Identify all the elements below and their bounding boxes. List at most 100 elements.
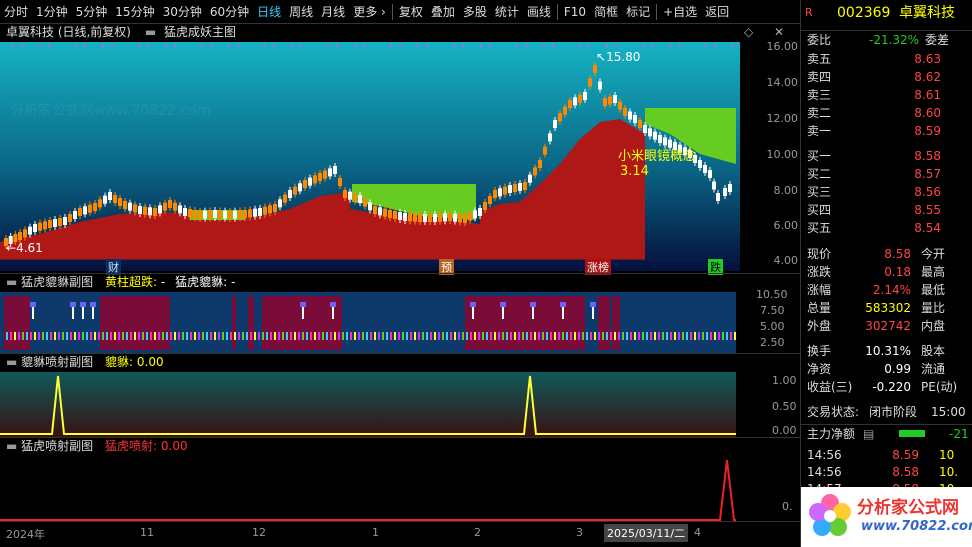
tiger-pixiu-subpane[interactable]: ▬ 猛虎貔貅副图 黄柱超跌: - 猛虎貔貅: - 10.50 7.50 5.00… [0, 273, 800, 354]
candle-body [613, 95, 617, 103]
flower-logo-icon [809, 494, 851, 536]
candle-body [238, 210, 242, 219]
pane2-bar [390, 332, 392, 340]
pane2-bar [502, 332, 504, 340]
pane2-bar [422, 332, 424, 340]
pixiu-jet-subpane[interactable]: ▬ 貔貅喷射副图 貔貅: 0.00 1.00 0.50 0.00 [0, 353, 800, 438]
candle-body [538, 160, 542, 168]
candle-body [63, 217, 67, 225]
toolbar-item-12[interactable]: 多股 [459, 0, 491, 24]
toolbar-item-1[interactable]: 1分钟 [32, 0, 72, 24]
candle-body [283, 194, 287, 203]
candle-body [603, 98, 607, 106]
pane2-bar [10, 332, 12, 340]
toolbar-item-15[interactable]: F10 [560, 0, 590, 24]
pane2-bar [106, 332, 108, 340]
pane2-bar [462, 332, 464, 340]
candle-body [498, 188, 502, 197]
toolbar-item-7[interactable]: 周线 [285, 0, 317, 24]
pane2-bar [190, 332, 192, 340]
toolbar-item-4[interactable]: 30分钟 [159, 0, 206, 24]
minus-icon[interactable]: ▬ [145, 25, 156, 39]
pane2-dot [90, 302, 96, 307]
candle-body [43, 221, 47, 230]
pane2-bar [170, 332, 172, 340]
pane2-red-block [465, 296, 585, 350]
candle-body [383, 208, 387, 217]
pane2-bar [250, 332, 252, 340]
pane2-dot [530, 302, 536, 307]
pane2-bar [6, 332, 8, 340]
minus-icon[interactable]: ▬ [6, 355, 17, 369]
candle-body [338, 178, 342, 186]
toolbar-item-18[interactable]: +自选 [659, 0, 701, 24]
toolbar-item-0[interactable]: 分时 [0, 0, 32, 24]
pane2-bar [110, 332, 112, 340]
candle-body [48, 220, 52, 228]
pane2-bar [730, 332, 732, 340]
quote-row: 收益(三) -0.220 PE(动) [807, 380, 958, 394]
candle-body [93, 203, 97, 211]
pane2-bar [138, 332, 140, 340]
pane4-header: ▬ 猛虎喷射副图 猛虎喷射: 0.00 [6, 439, 188, 453]
main-flow-row[interactable]: 主力净额 ▤ -21 [801, 424, 972, 442]
webi-row: 委比 -21.32% 委差 [801, 30, 972, 48]
pane2-bar [286, 332, 288, 340]
pane2-bar [538, 332, 540, 340]
toolbar-item-16[interactable]: 简框 [590, 0, 622, 24]
pane2-bar [254, 332, 256, 340]
pane2-bar [726, 332, 728, 340]
pane2-bar [14, 332, 16, 340]
pane2-bar [354, 332, 356, 340]
toolbar-item-19[interactable]: 返回 [701, 0, 733, 24]
pane2-name[interactable]: 猛虎貔貅副图 [21, 275, 93, 289]
pane2-dot [70, 302, 76, 307]
main-indicator-name[interactable]: 猛虎成妖主图 [164, 25, 236, 39]
candle-body [38, 222, 42, 231]
pane2-bar [374, 332, 376, 340]
pane2-bar [606, 332, 608, 340]
minus-icon[interactable]: ▬ [6, 439, 17, 453]
candle-body [413, 213, 417, 222]
pane2-bar [662, 332, 664, 340]
pane2-svg [0, 292, 736, 354]
top-tick [417, 44, 419, 47]
pane2-bar [114, 332, 116, 340]
pane4-name[interactable]: 猛虎喷射副图 [21, 439, 93, 453]
candle-body [218, 210, 222, 219]
toolbar-item-8[interactable]: 月线 [317, 0, 349, 24]
pane2-bar [426, 332, 428, 340]
pane2-bar [130, 332, 132, 340]
pane2-bar [98, 332, 100, 340]
toolbar-item-10[interactable]: 复权 [395, 0, 427, 24]
toolbar-item-6[interactable]: 日线 [253, 0, 285, 24]
pane2-bar [642, 332, 644, 340]
tiger-jet-subpane[interactable]: ▬ 猛虎喷射副图 猛虎喷射: 0.00 0. [0, 437, 800, 522]
pane2-bar [594, 332, 596, 340]
pane3-bg [0, 372, 736, 438]
minus-icon[interactable]: ▬ [6, 275, 17, 289]
toolbar-item-13[interactable]: 统计 [491, 0, 523, 24]
trade-state-row: 交易状态: 闭市阶段 15:00 [807, 405, 966, 419]
candle-body [253, 208, 257, 217]
main-chart-pane[interactable]: 卓翼科技 (日线,前复权) ▬ 猛虎成妖主图 ◇ ✕ ↖15.80 ←4.61 … [0, 24, 800, 275]
pane2-dot [590, 302, 596, 307]
candle-body [288, 190, 292, 198]
toolbar-item-3[interactable]: 15分钟 [111, 0, 158, 24]
top-tick [138, 44, 140, 47]
toolbar-item-14[interactable]: 画线 [523, 0, 555, 24]
candle-body [28, 226, 32, 235]
toolbar-item-5[interactable]: 60分钟 [206, 0, 253, 24]
pane3-name[interactable]: 貔貅喷射副图 [21, 355, 93, 369]
pane2-bar [54, 332, 56, 340]
toolbar-item-2[interactable]: 5分钟 [72, 0, 112, 24]
pane2-bar [442, 332, 444, 340]
toolbar-item-9[interactable]: 更多 › [349, 0, 390, 24]
site-logo: 分析家公式网 www.70822.com [801, 487, 972, 547]
quote-row: 买三 8.56 [807, 185, 941, 199]
toolbar-item-17[interactable]: 标记 [622, 0, 654, 24]
pane2-bar [326, 332, 328, 340]
pane2-bar [30, 332, 32, 340]
toolbar-item-11[interactable]: 叠加 [427, 0, 459, 24]
pane2-bar [694, 332, 696, 340]
